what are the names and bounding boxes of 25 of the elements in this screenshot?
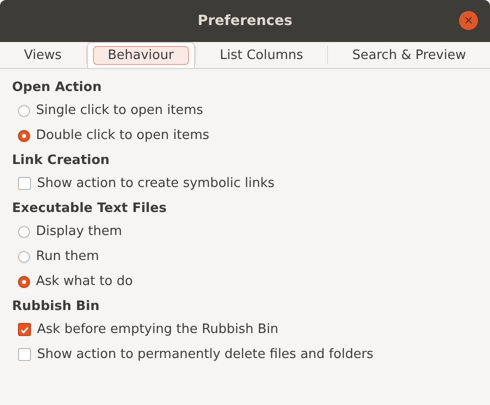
- checkbox[interactable]: [18, 177, 31, 190]
- tab[interactable]: Behaviour: [92, 46, 189, 65]
- option-label[interactable]: Ask what to do: [36, 274, 133, 289]
- radio-button[interactable]: [18, 250, 30, 262]
- radio-button[interactable]: [18, 226, 30, 238]
- option-label[interactable]: Show action to create symbolic links: [37, 176, 275, 191]
- radio-button[interactable]: [18, 276, 30, 288]
- radio-button[interactable]: [18, 130, 30, 142]
- option-label[interactable]: Single click to open items: [36, 103, 204, 118]
- option-label[interactable]: Display them: [36, 224, 122, 239]
- section-heading: Executable Text Files: [12, 200, 168, 218]
- window-title: Preferences: [198, 13, 292, 29]
- option-label[interactable]: Run them: [36, 249, 100, 264]
- checkbox[interactable]: [18, 348, 31, 361]
- section-heading: Link Creation: [12, 152, 111, 170]
- section-heading: Open Action: [12, 79, 103, 97]
- tab[interactable]: Views: [9, 46, 77, 64]
- radio-button[interactable]: [18, 104, 30, 116]
- tab[interactable]: Search & Preview: [337, 46, 481, 64]
- section-heading: Rubbish Bin: [12, 298, 100, 316]
- option-label[interactable]: Ask before emptying the Rubbish Bin: [37, 322, 278, 337]
- option-label[interactable]: Show action to permanently delete files and folders: [37, 347, 374, 362]
- option-label[interactable]: Double click to open items: [36, 128, 210, 143]
- tab[interactable]: List Columns: [204, 46, 318, 64]
- checkbox[interactable]: [18, 323, 31, 336]
